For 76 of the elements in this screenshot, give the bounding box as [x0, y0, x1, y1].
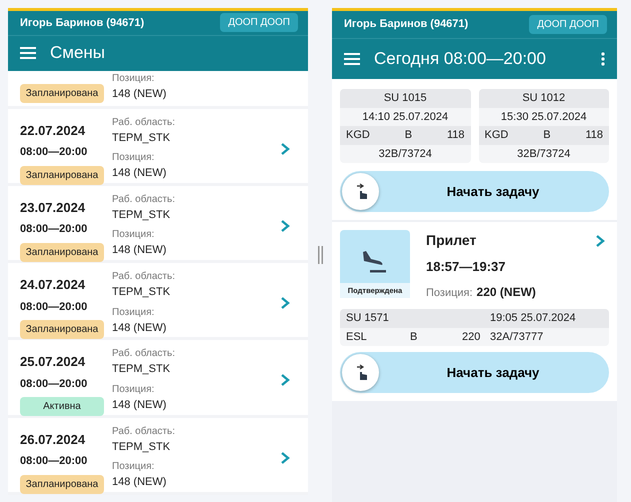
flight-number: SU 1571 — [346, 311, 390, 326]
more-vertical-icon[interactable] — [601, 52, 605, 66]
field-label: Позиция: — [112, 228, 156, 242]
field-label: Позиция: — [112, 382, 156, 397]
seat-count: 118 — [585, 128, 603, 143]
chevron-right-icon[interactable] — [595, 234, 605, 248]
aircraft-code: 32B/73724 — [516, 146, 572, 162]
status-badge: Запланирована — [20, 242, 104, 262]
chevron-right-icon[interactable] — [280, 450, 290, 465]
field-value: 220 (NEW) — [476, 284, 536, 298]
field-value: 148 (NEW) — [112, 320, 168, 336]
screen-title: Сегодня 08:00—20:00 — [374, 48, 547, 70]
flight-datetime: 14:10 25.07.2024 — [361, 110, 450, 124]
shift-date: 23.07.2024 — [20, 198, 86, 217]
status-badge: Запланирована — [20, 474, 104, 494]
aircraft-code: 32A/73777 — [490, 330, 544, 344]
field-value: 148 (NEW) — [112, 166, 168, 182]
shift-time: 08:00—20:00 — [20, 222, 88, 238]
flight-datetime: 15:30 25.07.2024 — [500, 110, 588, 124]
menu-icon[interactable] — [344, 53, 360, 65]
field-label: Позиция: — [112, 306, 156, 320]
flight-number: SU 1012 — [478, 89, 609, 108]
status-badge: Активна — [20, 397, 104, 416]
shift-date: 24.07.2024 — [20, 276, 86, 294]
shift-time: 08:00—20:00 — [20, 454, 88, 470]
field-label: Раб. область: — [112, 347, 176, 362]
field-label: Позиция: — [112, 72, 156, 86]
field-label: Раб. область: — [112, 270, 176, 284]
user-name: Игорь Баринов (94671) — [20, 16, 144, 31]
field-value: 148 (NEW) — [112, 398, 168, 413]
shift-date: 26.07.2024 — [20, 430, 86, 449]
chevron-right-icon[interactable] — [280, 296, 290, 310]
field-label: Позиция: — [426, 286, 473, 298]
resize-handle-icon[interactable] — [318, 246, 322, 264]
field-value: TEPM_STK — [112, 362, 172, 378]
status-badge: Запланирована — [20, 84, 104, 103]
seat-count: 220 — [462, 330, 482, 344]
airport-code: ESL — [346, 330, 368, 344]
task-title: Прилет — [426, 231, 478, 250]
shift-time: 08:00—20:00 — [20, 376, 88, 392]
chevron-right-icon[interactable] — [280, 373, 290, 388]
field-value: TEPM_STK — [112, 130, 172, 146]
chevron-right-icon[interactable] — [280, 218, 290, 233]
menu-icon[interactable] — [20, 47, 36, 60]
field-value: 148 (NEW) — [112, 475, 168, 490]
chevron-right-icon[interactable] — [280, 142, 290, 156]
field-value: 148 (NEW) — [112, 86, 166, 102]
field-value: TEPM_STK — [112, 440, 172, 455]
field-label: Позиция: — [112, 460, 156, 474]
status-badge: Запланирована — [20, 320, 104, 340]
terminal-code: B — [543, 128, 551, 143]
field-label: Раб. область: — [112, 116, 176, 130]
start-task-button[interactable]: Начать задачу — [340, 352, 609, 393]
shift-date: 22.07.2024 — [20, 122, 86, 140]
terminal-code: B — [410, 330, 418, 344]
shift-time: 08:00—20:00 — [20, 300, 88, 315]
start-task-button[interactable]: Начать задачу — [340, 171, 609, 212]
status-badge: Запланирована — [20, 166, 104, 185]
screen-title: Смены — [50, 42, 106, 64]
airport-code: KGD — [484, 128, 508, 143]
aircraft-code: 32B/73724 — [378, 146, 433, 162]
field-value: TEPM_STK — [112, 285, 172, 300]
flight-number: SU 1015 — [340, 89, 470, 108]
task-time: 18:57—19:37 — [426, 258, 506, 276]
airport-code: KGD — [346, 128, 370, 143]
field-label: Позиция: — [112, 151, 156, 166]
terminal-code: B — [404, 128, 412, 143]
field-label: Раб. область: — [112, 192, 176, 207]
user-name: Игорь Баринов (94671) — [344, 17, 468, 32]
field-value: 148 (NEW) — [112, 243, 168, 258]
flight-datetime: 19:05 25.07.2024 — [490, 311, 576, 326]
shift-date: 25.07.2024 — [20, 353, 86, 372]
field-label: Раб. область: — [112, 424, 176, 439]
field-value: TEPM_STK — [112, 208, 172, 223]
shift-time: 08:00—20:00 — [20, 145, 88, 160]
seat-count: 118 — [446, 128, 464, 143]
